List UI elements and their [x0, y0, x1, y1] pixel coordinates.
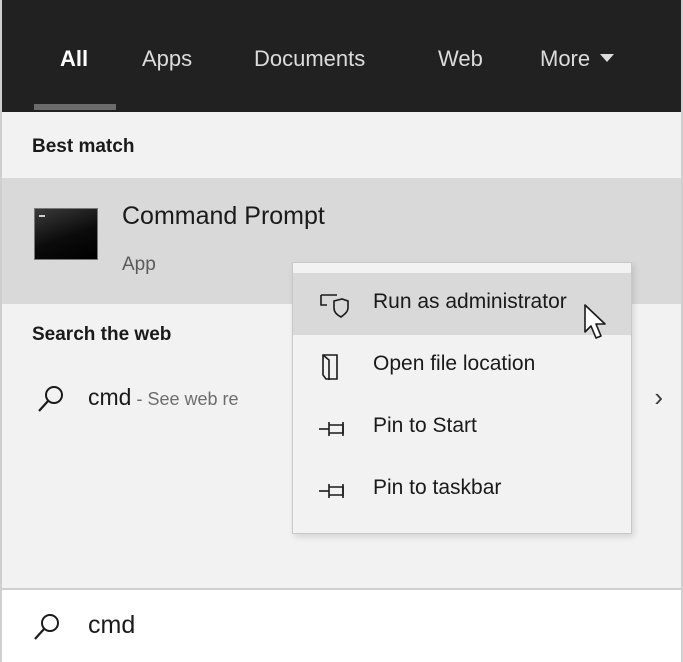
search-scope-tabbar: All Apps Documents Web More [2, 0, 681, 112]
search-box [2, 588, 681, 662]
menu-label: Pin to Start [373, 414, 477, 437]
menu-label: Pin to taskbar [373, 476, 502, 499]
tab-documents[interactable]: Documents [254, 46, 365, 72]
best-match-header: Best match [32, 136, 135, 157]
active-tab-indicator [34, 104, 116, 110]
pin-icon [319, 484, 344, 498]
run-as-admin-shield-icon [320, 294, 349, 318]
search-input[interactable] [86, 604, 650, 646]
start-search-window: All Apps Documents Web More Best match C… [0, 0, 683, 662]
tab-more[interactable]: More [540, 46, 615, 72]
menu-item-run-as-administrator[interactable]: Run as administrator [293, 273, 631, 335]
menu-item-pin-to-start[interactable]: Pin to Start [293, 397, 631, 459]
tab-more-label: More [540, 46, 591, 71]
menu-item-pin-to-taskbar[interactable]: Pin to taskbar [293, 459, 631, 521]
menu-label: Open file location [373, 352, 536, 375]
chevron-right-icon[interactable]: › [654, 382, 663, 413]
app-name: Command Prompt [122, 202, 325, 230]
chevron-down-icon [600, 54, 615, 63]
search-web-header: Search the web [32, 324, 172, 345]
web-query-text: cmd - See web re [88, 384, 239, 411]
web-query: cmd [88, 384, 132, 410]
tab-web[interactable]: Web [438, 46, 483, 72]
web-separator: - [131, 389, 148, 409]
search-icon [38, 386, 63, 412]
context-menu: Run as administrator Open file location … [292, 262, 632, 534]
tab-all[interactable]: All [60, 46, 88, 72]
app-type: App [122, 254, 156, 275]
menu-label: Run as administrator [373, 290, 567, 313]
search-icon [34, 614, 59, 640]
search-results: Best match Command Prompt App Search the… [2, 112, 681, 588]
open-file-location-icon [322, 354, 338, 380]
web-hint: See web re [147, 389, 239, 409]
pin-icon [319, 422, 344, 436]
command-prompt-icon [34, 208, 98, 260]
tab-apps[interactable]: Apps [142, 46, 192, 72]
menu-item-open-file-location[interactable]: Open file location [293, 335, 631, 397]
